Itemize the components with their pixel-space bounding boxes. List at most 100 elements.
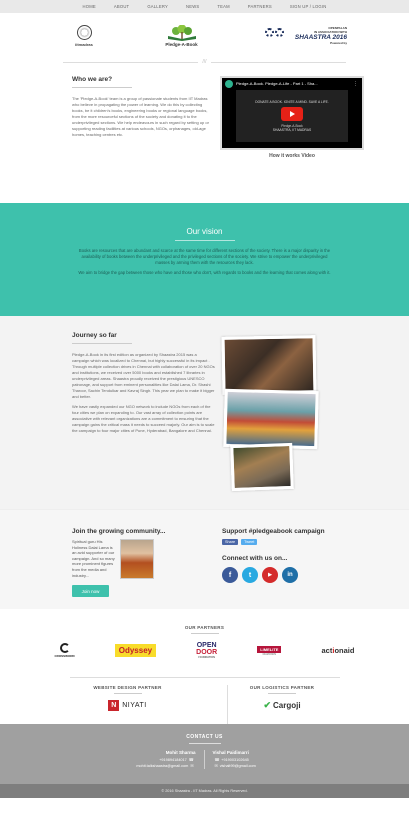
nav-home[interactable]: HOME: [74, 4, 105, 9]
logistics-partner-title: OUR LOGISTICS PARTNER: [249, 685, 315, 690]
youtube-icon[interactable]: ▶: [262, 567, 278, 583]
limelite-text: LIMELITE: [257, 645, 282, 653]
niyati-text: NIYATI: [122, 702, 147, 709]
design-logistics-section: WEBSITE DESIGN PARTNER N NIYATI OUR LOGI…: [0, 678, 409, 724]
nav-news[interactable]: NEWS: [177, 4, 208, 9]
cargoji-logo[interactable]: ✔ Cargoji: [263, 700, 300, 711]
footer-copyright: © 2016 Shaastra - IIT Madras. All Rights…: [0, 784, 409, 798]
journey-title: Journey so far: [72, 332, 117, 339]
nav-about[interactable]: ABOUT: [105, 4, 138, 9]
partners-rule: [190, 633, 219, 634]
twitter-icon[interactable]: t: [242, 567, 258, 583]
iitm-logo-text: iitmadras: [75, 41, 93, 47]
facebook-share-label: Share: [225, 540, 236, 544]
contact-phone-2[interactable]: +919003102645: [221, 758, 249, 762]
contact-email-1[interactable]: mohit.talkshaastra@gmail.com: [136, 764, 188, 768]
partners-title: OUR PARTNERS: [184, 625, 225, 630]
crossword-c-icon: [59, 643, 70, 653]
crossword-logo[interactable]: CROSSWORD: [55, 643, 75, 658]
tweet-button[interactable]: Tweet: [241, 539, 258, 545]
video-caption: How it works Video: [269, 153, 315, 159]
title-rule: [72, 87, 132, 88]
join-now-button[interactable]: Join now: [72, 585, 109, 597]
support-title: Support #pledgeabook campaign: [222, 528, 325, 535]
gears-icon: [265, 28, 284, 37]
actionaid-logo[interactable]: actionaid: [322, 646, 355, 655]
vision-section: Our vision Books are resources that are …: [0, 203, 409, 316]
opendoor-door-text: DOOR: [196, 649, 218, 656]
books-photo[interactable]: [223, 388, 319, 450]
shaastra-title: SHAASTRA 2016: [294, 34, 347, 41]
niyati-n-icon: N: [108, 700, 120, 711]
facebook-icon[interactable]: f: [222, 567, 238, 583]
dalai-lama-photo: [120, 539, 154, 579]
actionaid-text-a: act: [321, 646, 333, 655]
connect-title: Connect with us on...: [222, 555, 288, 562]
actionaid-text-c: onaid: [334, 646, 355, 655]
contact-person-1: Mohit Sharma +919894184017 ☎ mohit.talksh…: [125, 750, 205, 769]
community-section: Join the growing community... Spiritual …: [0, 509, 409, 609]
contact-title: CONTACT US: [186, 734, 223, 740]
contact-name-1: Mohit Sharma: [165, 750, 196, 755]
limelite-sub-text: DIAMONDS: [262, 652, 277, 656]
photo-collage: [219, 332, 319, 509]
community-title: Join the growing community...: [72, 528, 166, 535]
cargoji-check-icon: ✔: [263, 700, 271, 710]
opendoor-sub-text: FOUNDATION: [198, 656, 215, 659]
nav-signup-login[interactable]: SIGN UP / LOGIN: [281, 4, 336, 9]
opendoor-open-text: OPEN: [196, 642, 217, 649]
contact-email-2[interactable]: vishalt99@gmail.com: [220, 764, 256, 768]
video-org: SHAASTRA, IIT MADRAS: [272, 128, 312, 132]
opendoor-logo[interactable]: OPEN DOOR FOUNDATION: [196, 642, 217, 659]
vision-paragraph-2: We aim to bridge the gap between those w…: [78, 270, 331, 275]
who-title: Who we are?: [72, 76, 113, 83]
iitm-logo[interactable]: iitmadras: [70, 24, 98, 47]
nav-partners[interactable]: PARTNERS: [239, 4, 281, 9]
limelite-logo[interactable]: LIMELITE DIAMONDS: [257, 645, 282, 656]
journey-section: Journey so far Pledge-A-Book in its firs…: [0, 316, 409, 509]
nav-gallery[interactable]: GALLERY: [138, 4, 177, 9]
niyati-logo[interactable]: N NIYATI: [108, 700, 147, 711]
play-button-icon[interactable]: [281, 107, 303, 121]
community-text: Spiritual guru His Holiness Dalai Lama i…: [72, 539, 115, 578]
volunteers-photo[interactable]: [230, 442, 294, 492]
who-body: The 'Pledge-A-Book' team is a group of p…: [72, 96, 209, 137]
crossword-text: CROSSWORD: [54, 654, 75, 658]
section-divider: ///: [0, 58, 409, 66]
channel-avatar-icon: [225, 80, 233, 88]
title-rule: [72, 343, 132, 344]
pledge-a-book-logo-text: Pledge-A-Book: [165, 41, 198, 47]
contact-rule: [188, 743, 221, 744]
iitm-seal-icon: [76, 24, 92, 40]
odyssey-logo[interactable]: Odyssey: [114, 644, 157, 657]
divider-glyph-icon: ///: [202, 59, 207, 65]
phone-icon: ☎: [214, 758, 220, 762]
video-thumbnail[interactable]: DONATE A BOOK. IGNITE A MIND. SAVE A LIF…: [236, 90, 348, 142]
email-icon: ✉: [214, 764, 218, 768]
email-icon: ✉: [190, 764, 194, 768]
facebook-share-button[interactable]: Share: [222, 539, 239, 545]
contact-person-2: Vishal Paidimarri ☎ +919003102645 ✉ vishal…: [205, 750, 285, 769]
vision-paragraph-1: Books are resources that are abundant an…: [78, 248, 331, 265]
vision-rule: [174, 240, 235, 241]
linkedin-icon[interactable]: in: [282, 567, 298, 583]
phone-icon: ☎: [188, 758, 194, 762]
book-tree-icon: [167, 24, 196, 41]
video-title[interactable]: Pledge-A-Book. Pledge-A-Life - Part 1 - …: [236, 81, 318, 86]
more-options-icon[interactable]: ⋮: [353, 81, 358, 87]
journey-paragraph-2: We have vastly expanded our NGO network …: [72, 404, 215, 433]
shaastra-logo[interactable]: OPENPALAN IN ASSOCIATION WITH SHAASTRA 2…: [265, 26, 347, 45]
top-nav: HOME ABOUT GALLERY NEWS TEAM PARTNERS SI…: [0, 0, 409, 13]
event-photo[interactable]: [221, 335, 317, 395]
video-player[interactable]: Pledge-A-Book. Pledge-A-Life - Part 1 - …: [220, 76, 364, 150]
contact-name-2: Vishal Paidimarri: [212, 750, 249, 755]
nav-team[interactable]: TEAM: [208, 4, 238, 9]
shaastra-powered-text: Powered by: [330, 41, 347, 45]
logistics-rule: [268, 693, 296, 694]
design-partner-title: WEBSITE DESIGN PARTNER: [93, 685, 162, 690]
tweet-label: Tweet: [244, 540, 255, 544]
contact-section: CONTACT US Mohit Sharma +919894184017 ☎ m…: [0, 724, 409, 784]
pledge-a-book-logo[interactable]: Pledge-A-Book: [165, 24, 199, 47]
video-tagline: DONATE A BOOK. IGNITE A MIND. SAVE A LIF…: [255, 100, 329, 104]
contact-phone-1[interactable]: +919894184017: [159, 758, 187, 762]
